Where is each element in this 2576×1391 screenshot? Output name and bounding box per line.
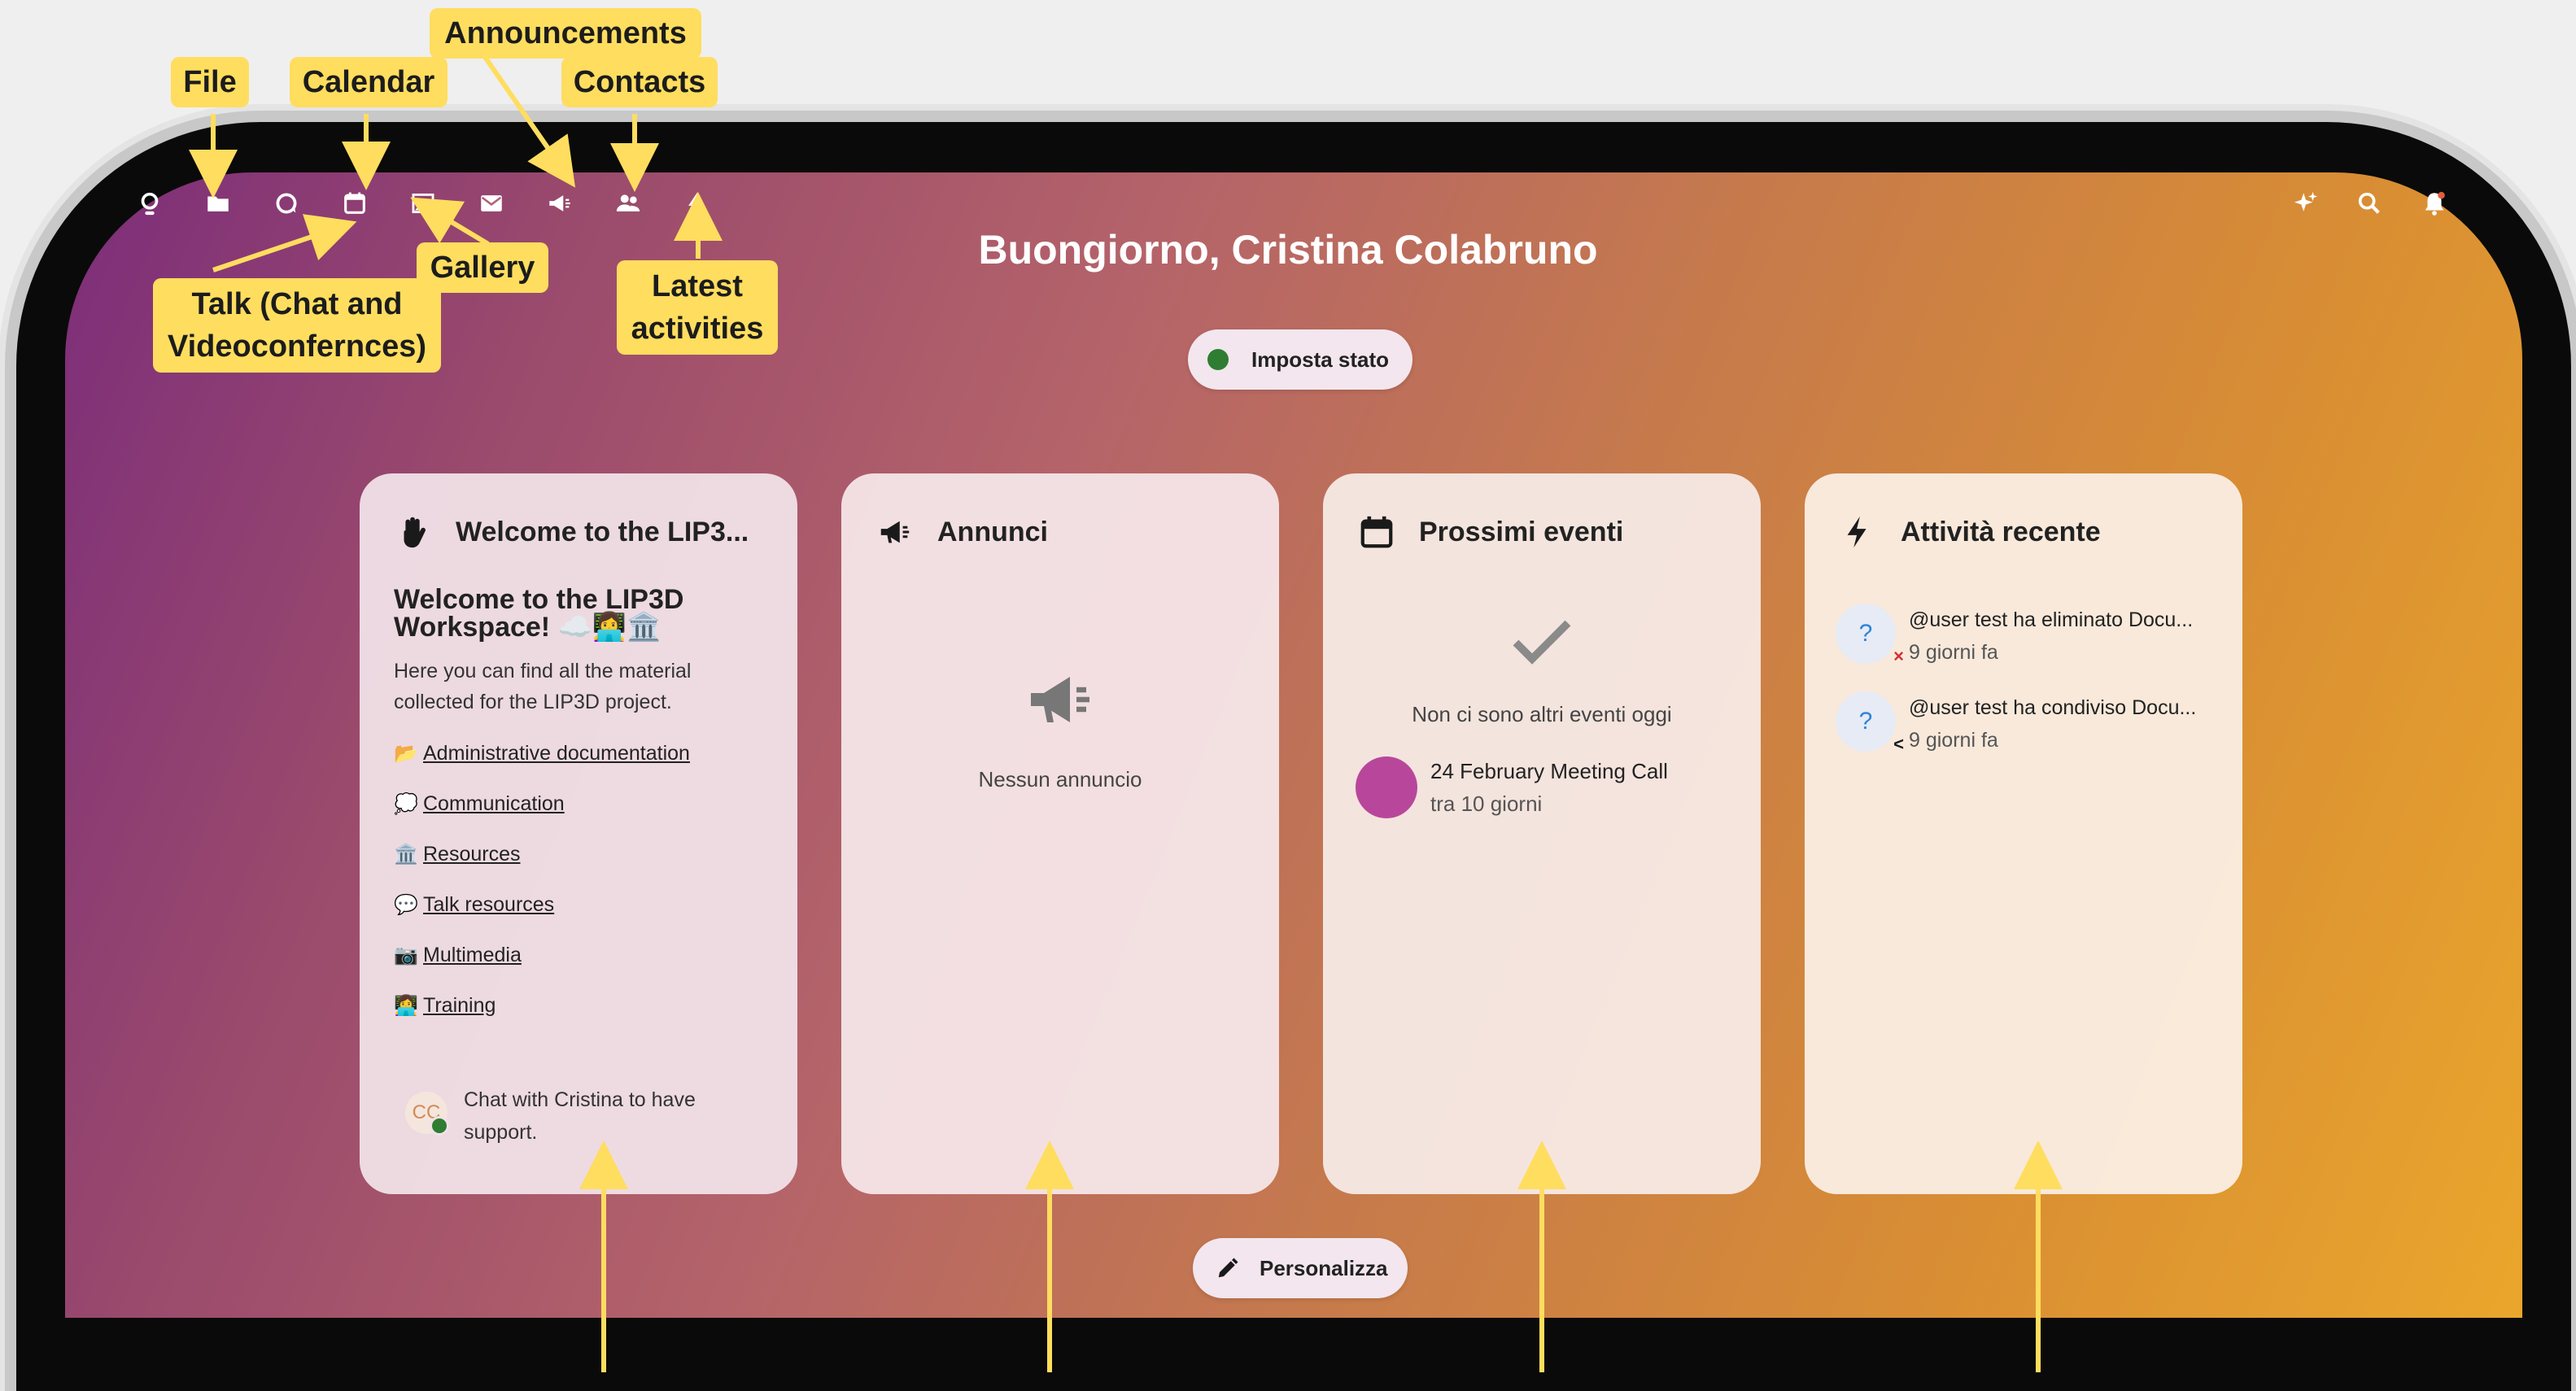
link-emoji: 🏛️ <box>394 843 418 866</box>
avatar[interactable]: CC <box>405 1092 449 1136</box>
activity-text: @user test ha condiviso Docu... <box>1909 696 2197 719</box>
link-resources[interactable]: 🏛️ Resources <box>394 839 763 869</box>
calendar-icon[interactable] <box>337 185 373 221</box>
welcome-widget-title: Welcome to the LIP3... <box>456 516 749 547</box>
activity-icon[interactable] <box>679 185 714 221</box>
set-status-label: Imposta stato <box>1251 347 1390 372</box>
welcome-widget: Welcome to the LIP3... Welcome to the LI… <box>360 473 797 1194</box>
annotation-talk-line1: Talk (Chat and <box>191 287 403 321</box>
activity-item[interactable]: ? × @user test ha eliminato Docu... 9 gi… <box>1836 604 2218 669</box>
logo-icon[interactable] <box>132 185 168 221</box>
activity-widget-title: Attività recente <box>1901 516 2101 547</box>
activity-item[interactable]: ? < @user test ha condiviso Docu... 9 gi… <box>1836 691 2218 757</box>
status-dot <box>1207 349 1229 370</box>
annotation-talk-line2: Videoconfernces) <box>167 329 427 364</box>
megaphone-icon[interactable] <box>542 185 578 221</box>
link-emoji: 💬 <box>394 893 418 916</box>
customize-label: Personalizza <box>1260 1255 1388 1280</box>
link-talk-resources[interactable]: 💬 Talk resources <box>394 890 763 919</box>
annotation-calendar: Calendar <box>290 57 448 107</box>
link-emoji: 💭 <box>394 792 418 815</box>
megaphone-icon <box>875 512 915 552</box>
mail-icon[interactable] <box>474 185 509 221</box>
events-widget: Prossimi eventi Non ci sono altri eventi… <box>1323 473 1761 1194</box>
online-status-dot <box>430 1116 449 1136</box>
link-label[interactable]: Administrative documentation <box>423 742 690 765</box>
calendar-icon <box>1357 512 1396 552</box>
link-training[interactable]: 👩‍💻 Training <box>394 991 763 1020</box>
activity-time: 9 giorni fa <box>1909 641 1998 664</box>
customize-button[interactable]: Personalizza <box>1193 1238 1408 1298</box>
event-item[interactable]: 24 February Meeting Call tra 10 giorni <box>1356 755 1668 820</box>
event-when: tra 10 giorni <box>1430 791 1543 816</box>
checkmark-icon <box>1323 604 1761 687</box>
event-color-dot <box>1356 757 1417 818</box>
announcements-widget-title: Annunci <box>937 516 1048 547</box>
avatar: ? < <box>1836 691 1904 754</box>
activity-text: @user test ha eliminato Docu... <box>1909 608 2194 631</box>
annotation-latest-activities: Latest activities <box>617 260 778 355</box>
gallery-icon[interactable] <box>405 185 441 221</box>
announcements-empty-text: Nessun annuncio <box>978 767 1142 791</box>
announcements-widget: Annunci Nessun annuncio <box>841 473 1279 1194</box>
link-label[interactable]: Talk resources <box>423 893 554 917</box>
talk-icon[interactable] <box>269 185 304 221</box>
activity-icon <box>1839 512 1878 552</box>
avatar-placeholder: ? <box>1858 620 1873 647</box>
activity-time: 9 giorni fa <box>1909 729 1998 752</box>
annotation-announcements: Announcements <box>430 8 701 59</box>
annotation-file: File <box>171 57 249 107</box>
greeting-title: Buongiorno, Cristina Colabruno <box>978 227 1598 273</box>
welcome-intro: Here you can find all the material colle… <box>394 660 692 713</box>
pencil-icon <box>1218 1258 1238 1278</box>
link-administrative-documentation[interactable]: 📂 Administrative documentation <box>394 739 763 768</box>
event-name: 24 February Meeting Call <box>1430 759 1668 783</box>
events-widget-title: Prossimi eventi <box>1419 516 1624 547</box>
welcome-heading: Welcome to the LIP3D Workspace! ☁️👩‍💻🏛️ <box>394 584 684 643</box>
delete-badge-icon: × <box>1893 646 1904 666</box>
set-status-button[interactable]: Imposta stato <box>1188 329 1412 390</box>
activity-widget: Attività recente ? × @user test ha elimi… <box>1805 473 2242 1194</box>
share-badge-icon: < <box>1893 734 1904 754</box>
annotation-contacts: Contacts <box>561 57 718 107</box>
megaphone-empty-icon <box>841 661 1279 744</box>
search-icon[interactable] <box>2351 185 2387 221</box>
support-contact[interactable]: CC Chat with Cristina to have support. <box>405 1084 724 1149</box>
annotation-latest-line1: Latest <box>652 269 743 303</box>
events-empty-text: Non ci sono altri eventi oggi <box>1412 702 1672 726</box>
link-label[interactable]: Resources <box>423 843 521 866</box>
annotation-talk: Talk (Chat and Videoconfernces) <box>153 278 441 373</box>
contacts-icon[interactable] <box>610 185 646 221</box>
annotation-latest-line2: activities <box>631 312 764 346</box>
link-label[interactable]: Training <box>423 994 496 1018</box>
support-text: Chat with Cristina to have support. <box>464 1088 696 1144</box>
link-label[interactable]: Multimedia <box>423 944 522 967</box>
avatar: ? × <box>1836 604 1904 666</box>
waving-hand-icon <box>394 512 433 552</box>
folder-icon[interactable] <box>200 185 236 221</box>
avatar-placeholder: ? <box>1858 708 1873 735</box>
sparkle-icon[interactable] <box>2288 185 2324 221</box>
link-communication[interactable]: 💭 Communication <box>394 789 763 818</box>
link-emoji: 👩‍💻 <box>394 994 418 1017</box>
link-emoji: 📂 <box>394 742 418 765</box>
link-label[interactable]: Communication <box>423 792 565 816</box>
link-emoji: 📷 <box>394 944 418 966</box>
link-multimedia[interactable]: 📷 Multimedia <box>394 940 763 970</box>
bell-icon[interactable] <box>2417 185 2452 221</box>
